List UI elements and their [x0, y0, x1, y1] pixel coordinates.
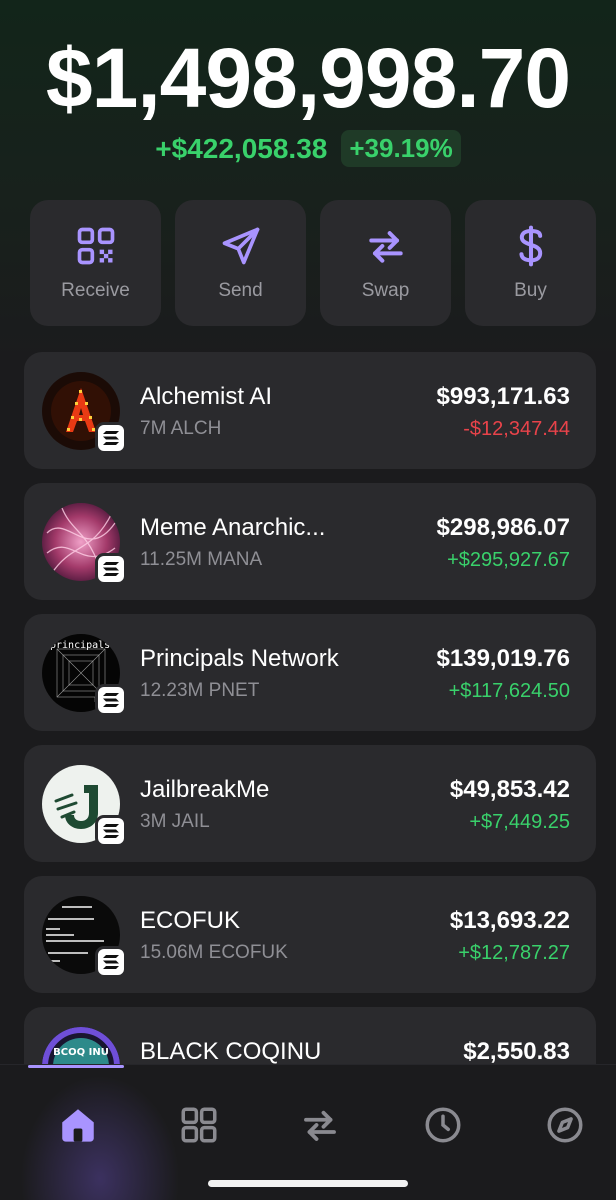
buy-button[interactable]: Buy — [465, 200, 596, 326]
token-row-alchemist-ai[interactable]: Alchemist AI 7M ALCH $993,171.63 -$12,34… — [24, 352, 596, 469]
token-quantity: 11.25M MANA — [140, 549, 263, 570]
grid-icon — [181, 1107, 217, 1143]
token-name: ECOFUK — [140, 907, 241, 934]
tab-collectibles[interactable] — [159, 1085, 239, 1165]
swap-label: Swap — [361, 280, 410, 301]
token-name: JailbreakMe — [140, 776, 270, 803]
tab-swap[interactable] — [280, 1085, 360, 1165]
token-name: Meme Anarchic... — [140, 514, 326, 541]
token-quantity: 7M ALCH — [140, 418, 222, 439]
quick-actions: Receive Send Swap Buy — [30, 200, 596, 326]
token-delta: +$12,787.27 — [458, 942, 570, 964]
swap-icon — [368, 231, 403, 263]
clock-icon — [425, 1107, 461, 1143]
token-row-principals-network[interactable]: principals net Principals Network 12.23M… — [24, 614, 596, 731]
tab-home[interactable] — [38, 1085, 118, 1165]
token-delta: +$7,449.25 — [469, 811, 570, 833]
home-indicator — [208, 1180, 408, 1187]
portfolio-change-amount: +$422,058.38 — [155, 132, 328, 164]
token-value: $49,853.42 — [449, 776, 570, 803]
token-name: Alchemist AI — [140, 383, 273, 410]
portfolio-balance: $1,498,998.70 — [45, 31, 571, 125]
coqinu-logo-text: BCOQ INU — [53, 1047, 109, 1058]
tab-explore[interactable] — [525, 1085, 605, 1165]
token-value: $993,171.63 — [436, 383, 570, 410]
token-name: Principals Network — [140, 645, 339, 672]
receive-label: Receive — [61, 280, 130, 301]
swap-icon — [304, 1110, 336, 1141]
token-quantity: 3M JAIL — [140, 811, 210, 832]
swap-button[interactable]: Swap — [320, 200, 451, 326]
token-value: $13,693.22 — [449, 907, 570, 934]
send-button[interactable]: Send — [175, 200, 306, 326]
token-row-jailbreakme[interactable]: JailbreakMe 3M JAIL $49,853.42 +$7,449.2… — [24, 745, 596, 862]
solana-badge-icon — [95, 946, 127, 978]
token-value: $298,986.07 — [436, 514, 570, 541]
token-delta: +$117,624.50 — [448, 680, 570, 702]
black-coqinu-logo: BCOQ INU — [42, 1027, 120, 1064]
solana-badge-icon — [95, 553, 127, 585]
active-tab-indicator — [28, 1065, 124, 1068]
token-value: $139,019.76 — [436, 645, 570, 672]
solana-badge-icon — [95, 422, 127, 454]
token-row-black-coqinu[interactable]: BCOQ INU BLACK COQINU $2,550.83 — [24, 1007, 596, 1064]
solana-badge-icon — [95, 684, 127, 716]
token-row-meme-anarchic[interactable]: Meme Anarchic... 11.25M MANA $298,986.07… — [24, 483, 596, 600]
home-icon — [62, 1109, 94, 1142]
token-row-ecofuk[interactable]: ECOFUK 15.06M ECOFUK $13,693.22 +$12,787… — [24, 876, 596, 993]
solana-badge-icon — [95, 815, 127, 847]
receive-button[interactable]: Receive — [30, 200, 161, 326]
token-delta: -$12,347.44 — [463, 418, 570, 440]
send-icon — [222, 227, 259, 265]
token-delta: +$295,927.67 — [447, 549, 570, 571]
principals-logo-text: principals — [50, 640, 110, 651]
dollar-icon — [518, 225, 542, 267]
qr-code-icon — [77, 227, 114, 265]
portfolio-change-row: +$422,058.38 +39.19% — [0, 130, 616, 167]
compass-icon — [547, 1107, 583, 1143]
send-label: Send — [218, 280, 263, 301]
token-list: Alchemist AI 7M ALCH $993,171.63 -$12,34… — [24, 352, 596, 1064]
buy-label: Buy — [514, 280, 547, 301]
tab-activity[interactable] — [403, 1085, 483, 1165]
token-value: $2,550.83 — [463, 1038, 570, 1064]
portfolio-header: $1,498,998.70 +$422,058.38 +39.19% — [0, 30, 616, 167]
portfolio-change-percent: +39.19% — [341, 130, 461, 167]
token-name: BLACK COQINU — [140, 1038, 322, 1064]
token-quantity: 15.06M ECOFUK — [140, 942, 288, 963]
token-quantity: 12.23M PNET — [140, 680, 260, 701]
